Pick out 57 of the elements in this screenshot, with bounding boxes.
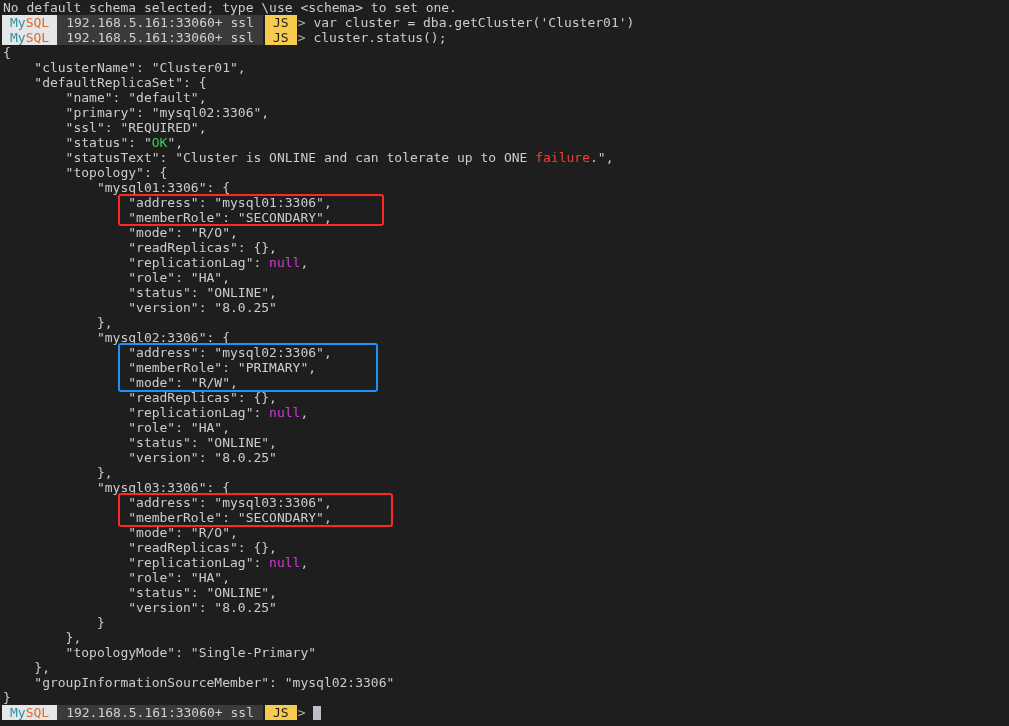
output-line: }, — [64, 630, 82, 645]
output-line: "address": "mysql01:3306", — [127, 195, 332, 210]
output-line: } — [3, 690, 11, 705]
mode-badge: MySQL — [2, 30, 58, 45]
mode-badge: MySQL — [2, 15, 58, 30]
output-line: } — [95, 615, 105, 630]
output-line: }, — [95, 465, 113, 480]
output-line: "primary": "mysql02:3306", — [64, 105, 270, 120]
prompt-arrow: > — [297, 705, 306, 720]
language-badge: JS — [265, 15, 297, 30]
prompt-arrow: > — [297, 15, 306, 30]
output-line: "readReplicas": {}, — [127, 390, 277, 405]
output-line: "role": "HA", — [127, 270, 230, 285]
output-line: "version": "8.0.25" — [127, 450, 277, 465]
host-badge: 192.168.5.161:33060+ ssl — [57, 705, 263, 720]
output-line: "version": "8.0.25" — [127, 300, 277, 315]
output-line: }, — [33, 660, 50, 675]
output-line: "topologyMode": "Single-Primary" — [64, 645, 317, 660]
output-line: "name": "default", — [64, 90, 207, 105]
output-line: "role": "HA", — [127, 420, 230, 435]
host-badge: 192.168.5.161:33060+ ssl — [57, 15, 263, 30]
output-line: "defaultReplicaSet": { — [33, 75, 207, 90]
language-badge: JS — [265, 705, 297, 720]
output-line: No default schema selected; type \use <schema> to set one. — [3, 0, 457, 15]
output-line: "mode": "R/O", — [127, 525, 238, 540]
output-line: "groupInformationSourceMember": "mysql02:3306" — [33, 675, 395, 690]
output-line: "status": "ONLINE", — [127, 585, 277, 600]
output-line: "address": "mysql03:3306", — [127, 495, 332, 510]
output-line: }, — [95, 315, 113, 330]
command-text: var cluster = dba.getCluster('Cluster01') — [313, 15, 635, 30]
mode-badge: MySQL — [2, 705, 58, 720]
output-line: "replicationLag": null, — [127, 405, 309, 420]
prompt-arrow: > — [297, 30, 306, 45]
output-line: "replicationLag": null, — [127, 255, 309, 270]
output-line: "mode": "R/W", — [127, 375, 238, 390]
output-line: "address": "mysql02:3306", — [127, 345, 332, 360]
output-line: "statusText": "Cluster is ONLINE and can tolerate up to ONE failure.", — [64, 150, 614, 165]
language-badge: JS — [265, 30, 297, 45]
command-text: cluster.status(); — [313, 30, 447, 45]
host-badge: 192.168.5.161:33060+ ssl — [57, 30, 263, 45]
output-line: "memberRole": "PRIMARY", — [127, 360, 317, 375]
output-line: "memberRole": "SECONDARY", — [127, 510, 332, 525]
output-line: "role": "HA", — [127, 570, 230, 585]
output-line: "mysql01:3306": { — [95, 180, 230, 195]
output-line: { — [3, 45, 11, 60]
output-line: "ssl": "REQUIRED", — [64, 120, 207, 135]
output-line: "status": "ONLINE", — [127, 435, 277, 450]
output-line: "readReplicas": {}, — [127, 540, 277, 555]
output-line: "readReplicas": {}, — [127, 240, 277, 255]
output-line: "status": "ONLINE", — [127, 285, 277, 300]
output-line: "mode": "R/O", — [127, 225, 238, 240]
output-line: "clusterName": "Cluster01", — [33, 60, 246, 75]
output-line: "topology": { — [64, 165, 168, 180]
output-line: "status": "OK", — [64, 135, 184, 150]
output-line: "version": "8.0.25" — [127, 600, 277, 615]
output-line: "replicationLag": null, — [127, 555, 309, 570]
output-line: "memberRole": "SECONDARY", — [127, 210, 332, 225]
